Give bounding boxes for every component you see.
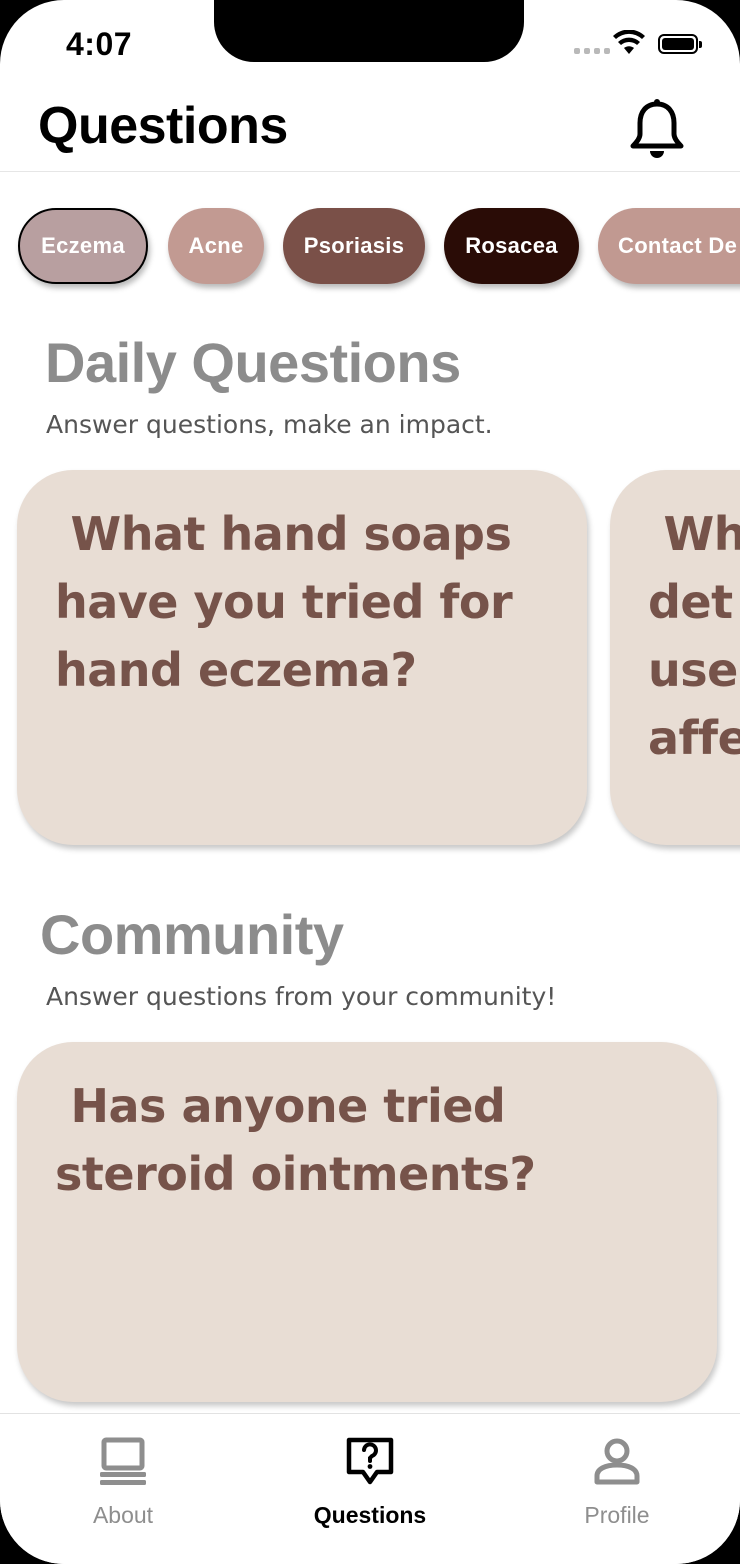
laptop-icon <box>100 1437 146 1485</box>
daily-questions-subtitle: Answer questions, make an impact. <box>46 410 493 439</box>
person-icon <box>594 1438 640 1485</box>
tab-about[interactable]: About <box>0 1414 246 1554</box>
community-subtitle: Answer questions from your community! <box>46 982 557 1011</box>
app-screen: 4:07 Questions Eczema Acne Psoriasis Ros… <box>0 0 740 1564</box>
community-question-card[interactable]: Has anyone tried steroid ointments? <box>17 1042 717 1402</box>
chip-label: Psoriasis <box>303 233 405 258</box>
chip-label: Acne <box>188 233 244 258</box>
chip-acne[interactable]: Acne <box>168 208 264 284</box>
chip-psoriasis[interactable]: Psoriasis <box>283 208 425 284</box>
chip-contact-dermatitis[interactable]: Contact De <box>598 208 740 284</box>
tab-questions[interactable]: Questions <box>247 1414 493 1554</box>
tab-bar: About Questions Profile <box>0 1413 740 1564</box>
chip-eczema[interactable]: Eczema <box>18 208 148 284</box>
daily-questions-title: Daily Questions <box>45 331 461 394</box>
chip-label: Eczema <box>41 233 125 258</box>
battery-icon <box>658 34 702 54</box>
daily-question-card[interactable]: Wh det use affe <box>610 470 740 845</box>
chip-rosacea[interactable]: Rosacea <box>444 208 579 284</box>
tab-label: Profile <box>584 1502 650 1528</box>
bell-icon[interactable] <box>628 98 686 160</box>
chip-label: Contact De <box>618 233 738 258</box>
community-title: Community <box>40 903 344 966</box>
header-divider <box>0 171 740 172</box>
chip-label: Rosacea <box>465 233 558 258</box>
tab-label: Questions <box>313 1502 427 1528</box>
wifi-icon <box>613 30 645 54</box>
tab-label: About <box>92 1502 154 1528</box>
device-notch <box>214 0 524 62</box>
status-time: 4:07 <box>66 26 133 62</box>
condition-filter-chips: Eczema Acne Psoriasis Rosacea Contact De <box>18 208 740 288</box>
question-text: Has anyone tried steroid ointments? <box>55 1079 536 1201</box>
question-text: Wh det use affe <box>648 507 740 765</box>
page-title: Questions <box>38 97 288 155</box>
tab-profile[interactable]: Profile <box>494 1414 740 1554</box>
question-bubble-icon <box>346 1437 394 1485</box>
question-text: What hand soaps have you tried for hand … <box>55 507 513 697</box>
daily-question-card[interactable]: What hand soaps have you tried for hand … <box>17 470 587 845</box>
